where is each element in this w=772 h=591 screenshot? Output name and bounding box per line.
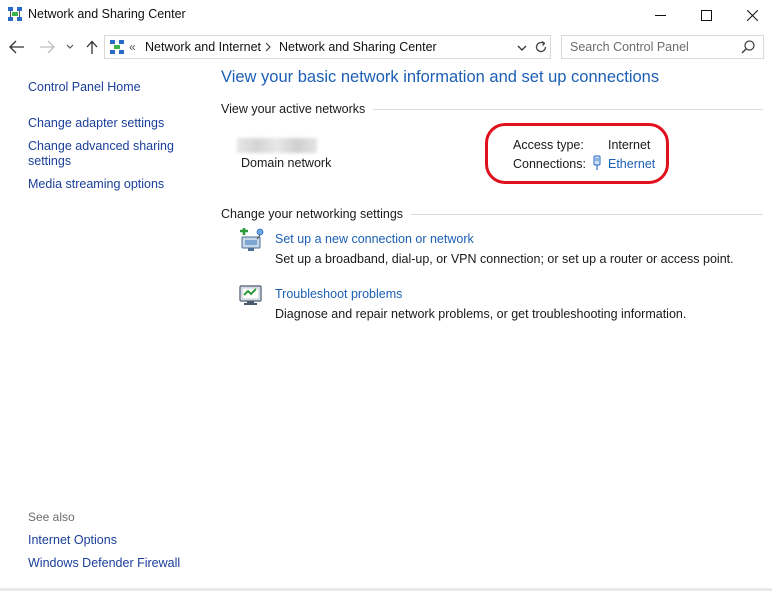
maximize-button[interactable] xyxy=(683,0,729,30)
close-icon xyxy=(746,9,758,21)
see-also-label: See also xyxy=(28,510,75,524)
change-settings-label: Change your networking settings xyxy=(221,207,404,221)
arrow-up-icon xyxy=(86,40,98,54)
address-bar[interactable]: « Network and Internet Network and Shari… xyxy=(104,35,551,59)
page-title: View your basic network information and … xyxy=(221,68,660,86)
chevron-right-icon[interactable] xyxy=(265,41,271,55)
active-networks-header: View your active networks xyxy=(221,102,766,116)
arrow-left-icon xyxy=(9,40,24,54)
window-title: Network and Sharing Center xyxy=(28,7,186,21)
address-dropdown-icon[interactable] xyxy=(517,41,527,55)
network-category: Domain network xyxy=(241,156,332,170)
maximize-icon xyxy=(700,9,712,21)
forward-button[interactable] xyxy=(36,37,58,57)
new-connection-icon[interactable] xyxy=(239,228,265,255)
firewall-link[interactable]: Windows Defender Firewall xyxy=(28,556,198,571)
breadcrumb-network-and-internet[interactable]: Network and Internet xyxy=(145,40,261,54)
title-bar: Network and Sharing Center xyxy=(0,0,772,30)
up-button[interactable] xyxy=(82,37,102,57)
close-button[interactable] xyxy=(729,0,772,30)
main-content: View your basic network information and … xyxy=(221,62,766,582)
troubleshoot-link[interactable]: Troubleshoot problems xyxy=(275,287,402,301)
setup-new-connection-link[interactable]: Set up a new connection or network xyxy=(275,232,474,246)
arrow-right-icon xyxy=(40,40,55,54)
control-panel-home-link[interactable]: Control Panel Home xyxy=(28,80,198,95)
navigation-bar: « Network and Internet Network and Shari… xyxy=(0,33,772,61)
highlight-annotation xyxy=(485,123,669,184)
change-adapter-settings-link[interactable]: Change adapter settings xyxy=(28,116,198,131)
left-nav-pane: Control Panel Home Change adapter settin… xyxy=(0,62,205,582)
network-name-redacted xyxy=(237,138,317,153)
recent-locations-button[interactable] xyxy=(64,37,76,57)
troubleshoot-icon[interactable] xyxy=(239,284,263,309)
minimize-icon xyxy=(654,14,666,16)
troubleshoot-desc: Diagnose and repair network problems, or… xyxy=(275,307,687,321)
search-icon[interactable] xyxy=(740,39,756,58)
network-center-icon xyxy=(8,7,22,21)
search-input[interactable] xyxy=(562,36,737,58)
media-streaming-link[interactable]: Media streaming options xyxy=(28,177,198,192)
chevron-down-icon xyxy=(66,44,74,49)
minimize-button[interactable] xyxy=(637,0,683,30)
breadcrumb-overflow[interactable]: « xyxy=(129,40,136,54)
breadcrumb-network-and-sharing-center[interactable]: Network and Sharing Center xyxy=(279,40,437,54)
change-advanced-sharing-link[interactable]: Change advanced sharing settings xyxy=(28,139,198,169)
active-networks-label: View your active networks xyxy=(221,102,366,116)
divider xyxy=(411,213,763,215)
setup-new-connection-desc: Set up a broadband, dial-up, or VPN conn… xyxy=(275,252,734,266)
search-box[interactable] xyxy=(561,35,764,59)
control-panel-icon xyxy=(110,40,124,54)
change-settings-header: Change your networking settings xyxy=(221,207,766,221)
divider xyxy=(373,108,763,110)
back-button[interactable] xyxy=(6,37,28,57)
refresh-icon[interactable] xyxy=(533,39,549,55)
internet-options-link[interactable]: Internet Options xyxy=(28,533,198,548)
